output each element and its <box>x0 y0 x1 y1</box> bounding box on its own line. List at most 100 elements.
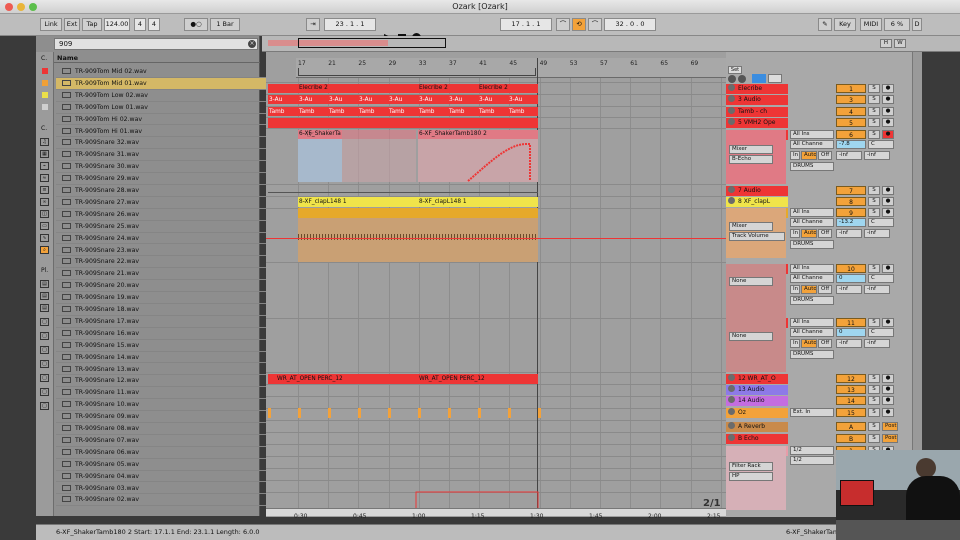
oz-clip[interactable] <box>448 408 451 418</box>
track-fold-icon[interactable] <box>728 422 735 429</box>
collection-yellow-icon[interactable] <box>42 92 48 98</box>
browser-file-item[interactable]: TR-909Snare 16.wav <box>56 328 288 340</box>
audio3-clip[interactable]: 3-Au <box>508 96 537 104</box>
arm-button[interactable]: ● <box>882 208 894 217</box>
folder-icon[interactable]: ▢ <box>40 318 49 326</box>
monitor-off-button[interactable]: Off <box>818 151 832 160</box>
collection-red-icon[interactable] <box>42 68 48 74</box>
track-fold-icon[interactable] <box>728 434 735 441</box>
folder-icon[interactable]: ▢ <box>40 360 49 368</box>
oz-clip[interactable] <box>508 408 511 418</box>
volume-field[interactable]: 0 <box>836 328 866 337</box>
browser-file-item[interactable]: TR-909Snare 30.wav <box>56 161 288 174</box>
peak-level[interactable]: -inf <box>864 339 890 348</box>
oz-clip[interactable] <box>478 408 481 418</box>
monitor-auto-button[interactable]: Auto <box>801 151 817 160</box>
monitor-auto-button[interactable]: Auto <box>801 229 817 238</box>
track-activator[interactable]: 1 <box>836 84 866 93</box>
link-button[interactable]: Link <box>40 18 62 31</box>
track-activator[interactable]: 15 <box>836 408 866 417</box>
track-activator[interactable]: B <box>836 434 866 443</box>
track-header[interactable]: B Echo <box>726 434 788 444</box>
track-activator[interactable]: 3 <box>836 95 866 104</box>
track-fold-icon[interactable] <box>728 95 735 102</box>
solo-button[interactable]: S <box>868 374 880 383</box>
tamb-clip[interactable]: Tamb <box>418 108 447 116</box>
monitor-in-button[interactable]: In <box>790 285 800 294</box>
track-activator[interactable]: 12 <box>836 374 866 383</box>
arm-button[interactable]: ● <box>882 197 894 206</box>
track-fold-icon[interactable] <box>728 396 735 403</box>
tamb-clip[interactable]: Tamb <box>328 108 357 116</box>
solo-button[interactable]: S <box>868 318 880 327</box>
output-chooser[interactable]: DRUMS <box>790 296 834 305</box>
folder-icon[interactable]: ▢ <box>40 346 49 354</box>
arm-button[interactable]: ● <box>882 318 894 327</box>
hp-chooser[interactable]: HP <box>729 472 773 481</box>
tamb-clip[interactable]: Tamb <box>268 108 297 116</box>
sig-numerator[interactable]: 4 <box>134 18 146 31</box>
solo-button[interactable]: S <box>868 95 880 104</box>
output-chooser[interactable]: DRUMS <box>790 240 834 249</box>
input-type-chooser[interactable]: All Ins <box>790 318 834 327</box>
ext-button[interactable]: Ext <box>64 18 80 31</box>
track-volume-chooser[interactable]: Track Volume <box>729 232 785 241</box>
peak-level[interactable]: -inf <box>836 339 862 348</box>
track-header[interactable]: A Reverb <box>726 422 788 432</box>
browser-file-item[interactable]: TR-909Tom Hi 02.wav <box>56 114 288 126</box>
left-arrow-icon[interactable] <box>728 75 736 83</box>
master-automation[interactable] <box>266 480 726 510</box>
browser-file-item[interactable]: TR-909Snare 29.wav <box>56 173 288 185</box>
sounds-icon[interactable]: ♫ <box>40 138 49 146</box>
audio3-clip[interactable]: 3-Au <box>388 96 417 104</box>
arm-button[interactable]: ● <box>882 385 894 394</box>
track-header[interactable]: Elecribe <box>726 84 788 94</box>
browser-file-item[interactable]: TR-909Snare 23.wav <box>56 245 288 257</box>
browser-file-item[interactable]: TR-909Tom Low 01.wav <box>56 102 288 114</box>
input-type-chooser[interactable]: All Ins <box>790 264 834 273</box>
solo-button[interactable]: S <box>868 84 880 93</box>
browser-file-item[interactable]: TR-909Snare 18.wav <box>56 304 288 316</box>
browser-file-item[interactable]: TR-909Tom Mid 02.wav <box>56 66 288 78</box>
peak-level[interactable]: -inf <box>864 151 890 160</box>
clap-clip[interactable]: 8-XF_clapL148 1 <box>418 198 536 206</box>
draw-mode-icon[interactable]: ✎ <box>818 18 832 31</box>
solo-button[interactable]: S <box>868 434 880 443</box>
browser-search-input[interactable]: 909 <box>54 38 258 50</box>
vertical-scrollbar[interactable] <box>912 52 922 517</box>
output-chooser[interactable]: DRUMS <box>790 350 834 359</box>
audio3-clip[interactable]: 3-Au <box>478 96 507 104</box>
solo-button[interactable]: S <box>868 130 880 139</box>
elecribe-clip[interactable]: Elecribe 2 <box>298 84 414 92</box>
wr-clip[interactable]: WR_AT_OPEN PERC_12 <box>418 375 536 383</box>
audio3-clip[interactable]: 3-Au <box>328 96 357 104</box>
browser-file-item[interactable]: TR-909Snare 02.wav <box>56 494 288 507</box>
browser-file-item[interactable]: TR-909Snare 08.wav <box>56 423 288 435</box>
samples-icon[interactable]: ∿ <box>40 234 49 242</box>
monitor-off-button[interactable]: Off <box>818 339 832 348</box>
oz-clip[interactable] <box>328 408 331 418</box>
browser-file-item[interactable]: TR-909Snare 24.wav <box>56 233 288 245</box>
max-for-live-icon[interactable]: ∞ <box>40 198 49 206</box>
set-button[interactable]: Set <box>728 66 742 74</box>
tap-button[interactable]: Tap <box>82 18 102 31</box>
monitor-in-button[interactable]: In <box>790 339 800 348</box>
filter-rack-chooser[interactable]: Filter Rack <box>729 462 773 471</box>
browser-file-item[interactable]: TR-909Snare 21.wav <box>56 268 288 281</box>
browser-file-item[interactable]: TR-909Snare 12.wav <box>56 375 288 388</box>
track-header[interactable]: 3 Audio <box>726 95 788 105</box>
monitor-in-button[interactable]: In <box>790 229 800 238</box>
pan-field[interactable]: C <box>868 274 894 283</box>
hat-clip[interactable] <box>298 218 538 262</box>
solo-button[interactable]: S <box>868 208 880 217</box>
browser-file-item[interactable]: TR-909Snare 03.wav <box>56 483 288 495</box>
arm-button[interactable]: ● <box>882 408 894 417</box>
browser-file-item[interactable]: TR-909Snare 22.wav <box>56 256 288 269</box>
audio3-clip[interactable]: 3-Au <box>448 96 477 104</box>
track-header[interactable]: 14 Audio <box>726 396 788 406</box>
folder-icon[interactable]: ▢ <box>40 374 49 382</box>
browser-file-item[interactable]: TR-909Snare 05.wav <box>56 459 288 471</box>
loop-start[interactable]: 17 . 1 . 1 <box>500 18 552 31</box>
arm-button[interactable]: ● <box>882 186 894 195</box>
audio-effects-icon[interactable]: ≈ <box>40 174 49 182</box>
